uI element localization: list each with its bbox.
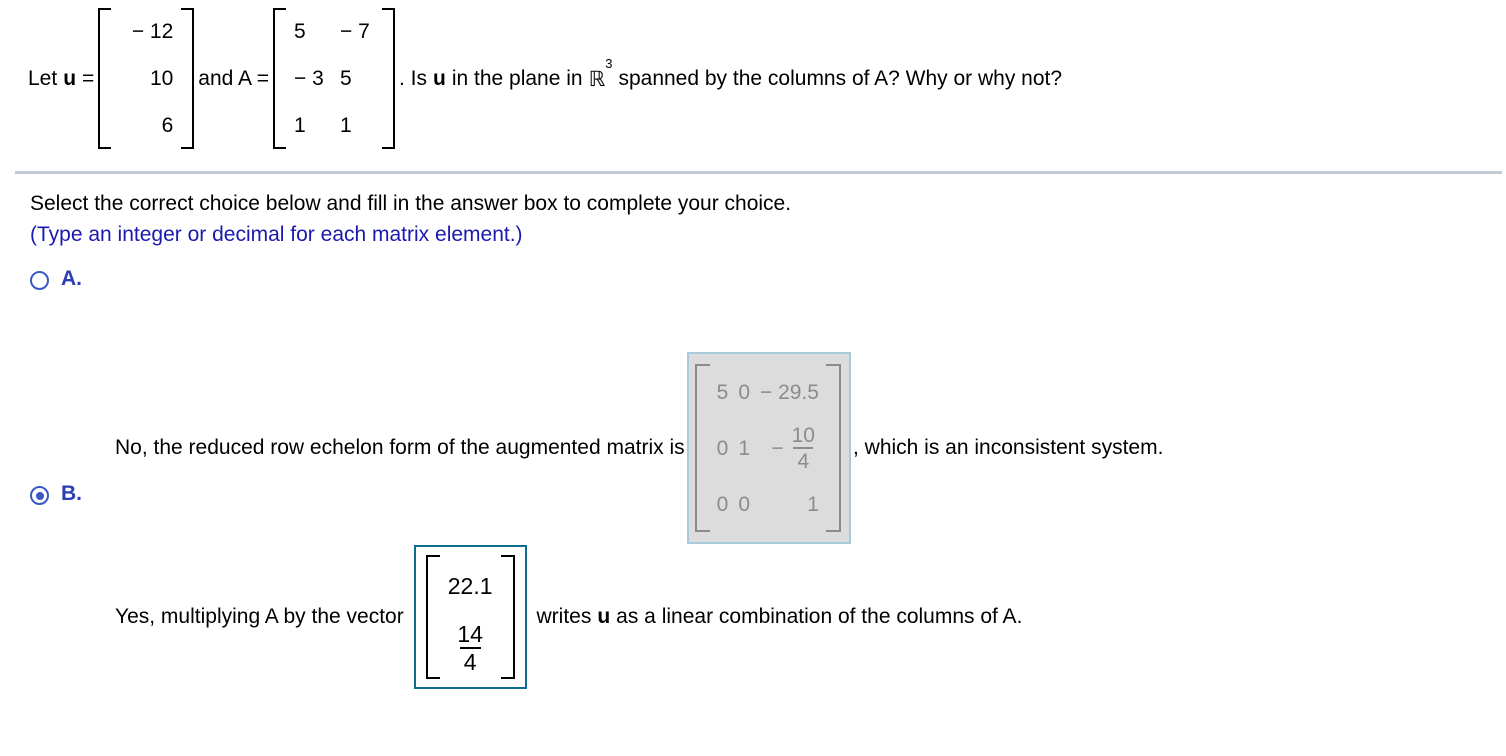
vector-u-body: − 12 10 6 [113,8,179,149]
u-symbol-tail: u [432,67,446,90]
question-stem: Let u = − 12 10 6 and A = 5 − 7 − 3 5 1 … [28,8,1062,149]
matrix-a-cell: 5 [293,20,306,43]
answer-a-cell: 1 [738,436,750,460]
fraction-denominator: 4 [793,446,814,472]
answer-matrix-a: 5 0 − 29.5 0 1 − 10 4 0 0 1 [694,364,841,532]
fraction-numerator: 10 [791,423,815,447]
choice-a-letter: A. [61,267,82,290]
choice-b-text-before: Yes, multiplying A by the vector [115,605,404,628]
answer-a-cell: − 29.5 [760,380,819,404]
answer-vector-b: 22.1 14 4 [425,555,515,679]
answer-a-cell: 0 [716,492,729,516]
bracket-left [425,555,440,679]
choice-b-text-writes: writes [536,605,592,628]
radio-button-a[interactable] [30,271,49,290]
answer-a-cell: 0 [716,436,729,460]
bracket-right [381,8,395,149]
question-tail-start: . Is [398,67,427,90]
answer-b-entry-fraction: 14 4 [447,620,493,674]
radio-button-b[interactable] [30,486,49,505]
matrix-a-body: 5 − 7 − 3 5 1 1 [288,8,380,149]
bracket-right [825,364,841,532]
equals-sign: = [82,67,95,90]
bracket-left [694,364,710,532]
choice-a-radio-row[interactable]: A. [30,268,82,290]
choice-a-text-after: , which is an inconsistent system. [852,436,1164,459]
answer-box-a[interactable]: 5 0 − 29.5 0 1 − 10 4 0 0 1 [686,352,851,544]
negative-fraction: − 10 4 [771,425,819,472]
fraction-denominator: 4 [459,646,481,674]
vector-u-entry: 10 [149,67,174,90]
fraction: 10 4 [788,425,819,472]
u-symbol-choice-b: u [597,605,611,628]
blackboard-r-glyph: ℝ [588,67,606,91]
answer-b-entry: 22.1 [447,572,493,599]
fraction: 14 4 [453,620,487,674]
question-tail-end: spanned by the columns of A? Why or why … [618,67,1063,90]
answer-vector-b-body: 22.1 14 4 [442,555,499,679]
vector-u-entry: − 12 [131,20,174,43]
vector-u-entry: 6 [161,114,174,137]
matrix-a-cell: 1 [339,114,352,137]
matrix-a-cell: 5 [339,67,352,90]
matrix-a-cell: − 7 [339,20,370,43]
field-exponent: 3 [605,56,613,72]
question-tail-mid: in the plane in [451,67,583,90]
instruction-line-1: Select the correct choice below and fill… [30,192,792,215]
bracket-left [98,8,112,149]
answer-a-cell: 0 [738,492,750,516]
bracket-right [181,8,195,149]
choice-a-body: No, the reduced row echelon form of the … [115,352,1163,544]
answer-a-cell: 1 [807,492,819,516]
choice-b-letter: B. [61,482,82,505]
answer-a-cell: 0 [738,380,750,404]
matrix-a-cell: − 3 [293,67,324,90]
minus-sign: − [771,436,784,460]
instruction-line-2: (Type an integer or decimal for each mat… [30,223,523,246]
and-a-label: and A = [198,67,269,90]
answer-box-b[interactable]: 22.1 14 4 [413,545,527,689]
fraction-numerator: 14 [457,620,483,647]
choice-b-body: Yes, multiplying A by the vector 22.1 14… [115,545,1022,689]
bracket-left [272,8,286,149]
matrix-a-cell: 1 [293,114,306,137]
answer-a-cell-fraction: − 10 4 [766,425,824,472]
instructions: Select the correct choice below and fill… [30,188,791,250]
let-label: Let [28,67,58,90]
answer-a-cell: 5 [716,380,729,404]
answer-matrix-a-body: 5 0 − 29.5 0 1 − 10 4 0 0 1 [712,364,824,532]
real-field-symbol: ℝ3 [588,56,613,92]
choice-b-radio-row[interactable]: B. [30,483,82,505]
choice-a-text-before: No, the reduced row echelon form of the … [115,436,685,459]
u-symbol: u [63,67,77,90]
section-divider [15,171,1502,174]
matrix-a: 5 − 7 − 3 5 1 1 [272,8,395,149]
choice-b-text-after: as a linear combination of the columns o… [616,605,1023,628]
vector-u: − 12 10 6 [98,8,195,149]
bracket-right [500,555,515,679]
